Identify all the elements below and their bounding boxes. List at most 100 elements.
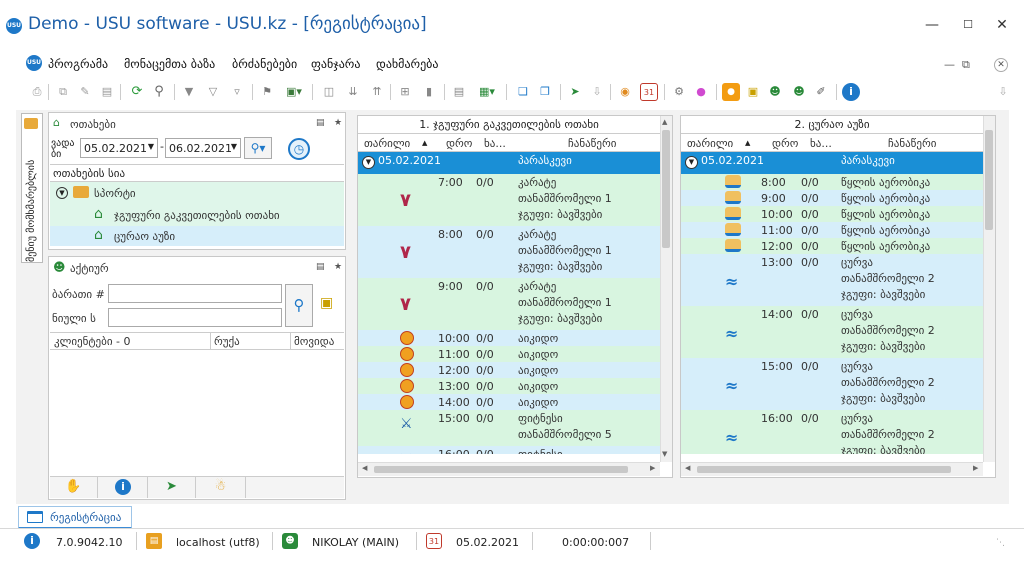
schedule-1-hscroll-thumb[interactable] [374, 466, 628, 473]
col-date[interactable]: თარილი [687, 137, 733, 150]
row-count: 0/0 [476, 280, 494, 293]
swimming-icon: ≈ [725, 324, 739, 343]
col-map[interactable]: რუქა [214, 335, 240, 348]
customer-search-button[interactable]: ⚲ [285, 284, 313, 327]
rooms-panel-pin-button[interactable]: ★ [334, 118, 342, 128]
maximize-button[interactable]: ☐ [956, 15, 980, 35]
schedule-2-hscroll-thumb[interactable] [697, 466, 951, 473]
clock-button[interactable]: ◷ [288, 138, 310, 160]
lock-icon[interactable]: ▣ [744, 83, 762, 101]
color-wheel-icon[interactable]: ● [692, 83, 710, 101]
info-icon[interactable]: i [842, 83, 860, 101]
popup-icon[interactable]: ❐ [536, 83, 554, 101]
mdi-restore-button[interactable]: ⧉ [962, 58, 970, 72]
export-excel-icon[interactable]: ▦▾ [474, 83, 500, 101]
search-button[interactable]: ⚲▾ [244, 137, 272, 159]
date-to-value: 06.02.2021 [169, 142, 232, 155]
flag-icon[interactable]: ⚑ [258, 83, 276, 101]
row-text: თანამშრომელი 2 [841, 428, 935, 441]
mdi-minimize-button[interactable]: — [944, 58, 955, 71]
date-to-input[interactable]: 06.02.2021 ▼ [165, 138, 241, 158]
columns-icon[interactable]: ◫ [320, 83, 338, 101]
schedule-1-vscroll-thumb[interactable] [662, 130, 670, 248]
collapse-up-icon[interactable]: ⇈ [368, 83, 386, 101]
scroll-right-icon[interactable]: ▶ [973, 464, 978, 472]
date-row-day: პარასკევი [518, 154, 572, 167]
down-arrow-icon[interactable]: ⇩ [588, 83, 606, 101]
row-time: 16:00 [438, 448, 470, 454]
filter-clear-icon[interactable]: ▽ [204, 83, 222, 101]
customer-panel-pin-button[interactable]: ★ [334, 262, 342, 272]
collapse-icon[interactable]: ▼ [56, 187, 68, 199]
user-icon: ☻ [282, 533, 298, 549]
date-from-input[interactable]: 05.02.2021 ▼ [80, 138, 158, 158]
collapse-icon[interactable]: ▼ [685, 156, 698, 169]
row-time: 15:00 [761, 360, 793, 373]
filter-settings-icon[interactable]: ▿ [228, 83, 246, 101]
customer-panel-restore-button[interactable]: ▤ [316, 262, 325, 272]
menu-program[interactable]: პროგრამა [48, 57, 108, 71]
collapse-icon[interactable]: ▼ [362, 156, 375, 169]
col-record[interactable]: ჩანაწერი [888, 137, 936, 150]
rooms-panel-restore-button[interactable]: ▤ [316, 118, 325, 128]
search-icon[interactable]: ⚲ [150, 83, 168, 101]
insert-row-icon[interactable]: ⊞ [396, 83, 414, 101]
menu-commands[interactable]: ბრძანებები [232, 57, 297, 71]
hand-button[interactable]: ✋ [50, 476, 98, 498]
scroll-right-icon[interactable]: ▶ [650, 464, 655, 472]
minimize-button[interactable]: — [920, 15, 944, 35]
mdi-close-button[interactable]: ✕ [994, 58, 1008, 72]
menu-database[interactable]: მონაცემთა ბაზა [124, 57, 215, 71]
scroll-left-icon[interactable]: ◀ [362, 464, 367, 472]
col-arrived[interactable]: მოვიდა [294, 335, 334, 348]
menu-help[interactable]: დახმარება [376, 57, 439, 71]
rss-icon[interactable]: ● [722, 83, 740, 101]
exit-icon[interactable]: ➤ [566, 83, 584, 101]
row-time: 14:00 [438, 396, 470, 409]
status-version: 7.0.9042.10 [56, 536, 123, 549]
edit-icon[interactable]: ✎ [76, 83, 94, 101]
users-icon[interactable]: ☻ [790, 83, 808, 101]
row-count: 0/0 [476, 348, 494, 361]
col-time[interactable]: დრო [772, 137, 798, 150]
bell-button[interactable]: ☃ [196, 476, 246, 498]
row-text: ჯგუფი: ბავშვები [518, 312, 603, 325]
name-input[interactable] [108, 308, 282, 327]
col-record[interactable]: ჩანაწერი [568, 137, 616, 150]
col-date[interactable]: თარილი [364, 137, 410, 150]
gear-icon[interactable]: ⚙ [670, 83, 688, 101]
user-key-icon[interactable]: ☻ [766, 83, 784, 101]
col-clients[interactable]: კლიენტები - 0 [54, 335, 130, 348]
scroll-up-icon[interactable]: ▲ [662, 118, 667, 126]
col-count[interactable]: ხა... [484, 137, 506, 150]
tools-icon[interactable]: ✐ [812, 83, 830, 101]
karate-icon: ٧ [400, 294, 411, 315]
filter-icon[interactable]: ▼ [180, 83, 198, 101]
menu-window[interactable]: ფანჯარა [311, 57, 360, 71]
card-number-input[interactable] [108, 284, 282, 303]
print-icon[interactable]: ⎙ [28, 83, 46, 101]
pin-button[interactable]: ➤ [148, 476, 196, 498]
note-icon[interactable]: ▮ [420, 83, 438, 101]
lock-icon[interactable]: ▣ [320, 295, 336, 311]
row-count: 0/0 [476, 396, 494, 409]
scroll-left-icon[interactable]: ◀ [685, 464, 690, 472]
resize-grip-icon[interactable]: ⋱ [996, 538, 1005, 548]
row-time: 12:00 [761, 240, 793, 253]
copy-icon[interactable]: ⧉ [54, 83, 72, 101]
close-button[interactable]: ✕ [990, 15, 1014, 35]
scroll-down-icon[interactable]: ▼ [662, 450, 667, 458]
schedule-2-vscroll-thumb[interactable] [985, 130, 993, 230]
expand-down-icon[interactable]: ⇊ [344, 83, 362, 101]
document-icon[interactable]: ▤ [98, 83, 116, 101]
col-time[interactable]: დრო [446, 137, 472, 150]
location-icon[interactable]: ◉ [616, 83, 634, 101]
col-count[interactable]: ხა... [810, 137, 832, 150]
aikido-icon [400, 395, 414, 409]
refresh-icon[interactable]: ⟳ [128, 83, 146, 101]
report-icon[interactable]: ▤ [450, 83, 468, 101]
image-dropdown-icon[interactable]: ▣▾ [280, 83, 308, 101]
toolbar-overflow-icon[interactable]: ⇩ [994, 83, 1012, 101]
calendar-icon[interactable]: 31 [640, 83, 658, 101]
new-window-icon[interactable]: ❏ [514, 83, 532, 101]
